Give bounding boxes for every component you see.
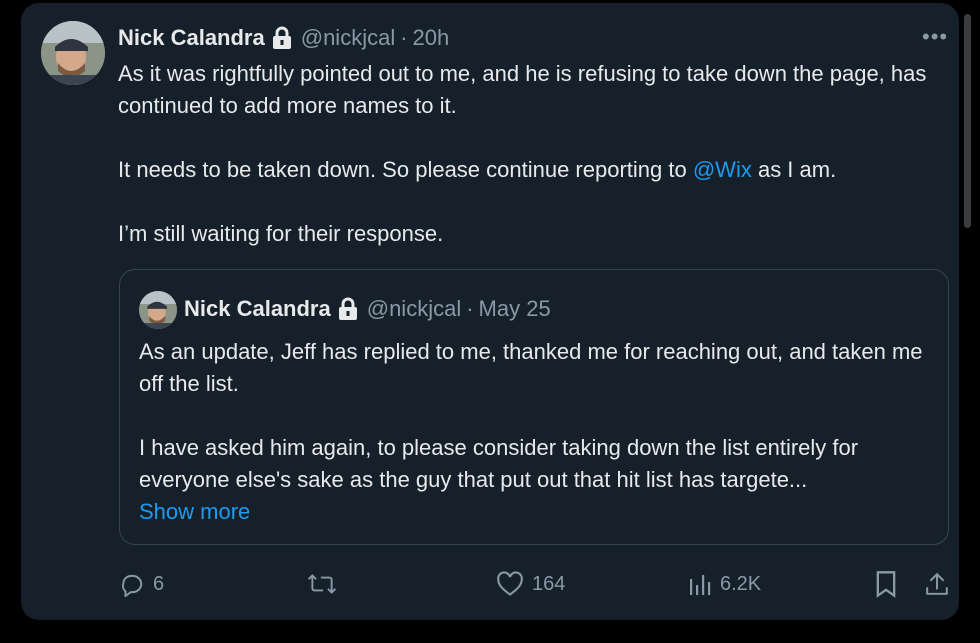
lock-icon [337,297,359,321]
tweet-time[interactable]: 20h [413,25,450,51]
reply-count: 6 [153,572,165,595]
reply-button[interactable]: 6 [119,568,164,600]
quoted-author-handle: @nickjcal [366,296,462,321]
retweet-button[interactable] [307,568,345,600]
quoted-paragraph: I have asked him again, to please consid… [139,435,859,492]
tweet-header: Nick Calandra @nickjcal · 20h [118,24,449,52]
tweet-paragraph: I’m still waiting for their response. [118,221,444,246]
quoted-header: Nick Calandra @nickjcal · May 25 [184,295,551,323]
tweet-text-segment: It needs to be taken down. So please con… [118,157,693,182]
scrollbar-thumb[interactable] [964,14,971,228]
quoted-author-name: Nick Calandra [184,296,331,321]
author-name[interactable]: Nick Calandra [118,25,265,51]
reply-icon [122,574,143,597]
author-avatar[interactable] [41,21,105,85]
view-count: 6.2K [720,572,762,595]
retweet-icon [307,574,337,594]
lock-icon [271,26,293,50]
quoted-body: As an update, Jeff has replied to me, th… [139,336,939,528]
quoted-paragraph: As an update, Jeff has replied to me, th… [139,339,923,396]
like-button[interactable]: 164 [496,568,565,600]
quoted-author-avatar [139,291,177,329]
share-icon [926,572,948,595]
like-count: 164 [532,572,566,595]
quoted-time: May 25 [478,296,551,321]
mention-link[interactable]: @Wix [693,157,752,182]
tweet-body: As it was rightfully pointed out to me, … [118,58,938,250]
bookmark-icon [876,571,896,598]
action-bar: 6 164 6.2K [0,568,980,600]
share-button[interactable] [925,568,949,600]
show-more-link[interactable]: Show more [139,496,939,528]
tweet-paragraph: As it was rightfully pointed out to me, … [118,61,927,118]
separator-dot: · [466,296,474,321]
more-options-icon[interactable]: ••• [922,26,948,48]
analytics-icon [690,575,711,595]
heart-icon [497,571,523,596]
bookmark-button[interactable] [874,568,898,600]
tweet-paragraph: It needs to be taken down. So please con… [118,154,938,186]
views-button[interactable]: 6.2K [688,568,761,600]
separator-dot: · [400,25,408,50]
tweet-text-segment: as I am. [751,157,837,182]
author-handle[interactable]: @nickjcal [301,25,395,51]
